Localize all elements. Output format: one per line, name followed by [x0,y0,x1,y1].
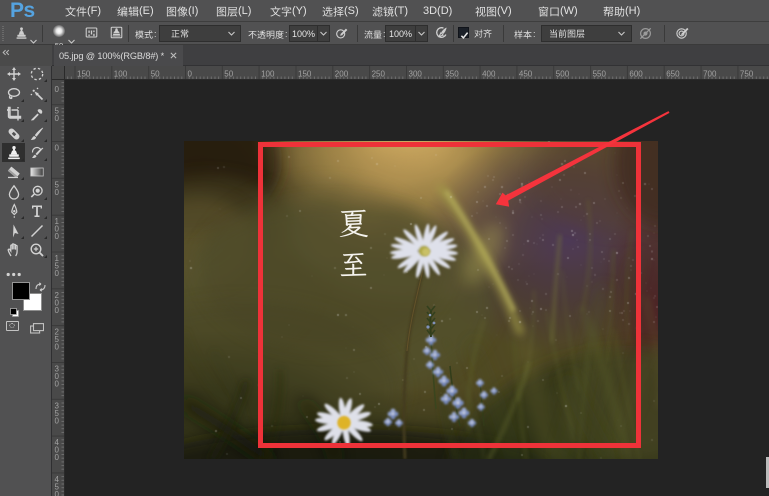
svg-text:0: 0 [55,380,60,389]
svg-text:0: 0 [55,232,60,241]
svg-text:0: 0 [55,453,60,462]
svg-text:0: 0 [55,188,60,197]
svg-text:0: 0 [55,416,60,425]
svg-text:0: 0 [55,490,60,496]
svg-text:0: 0 [55,144,60,153]
svg-text:0: 0 [55,85,60,94]
svg-text:0: 0 [188,70,193,79]
svg-text:0: 0 [55,306,60,315]
svg-text:0: 0 [55,343,60,352]
svg-text:0: 0 [55,269,60,278]
svg-text:0: 0 [55,114,60,123]
